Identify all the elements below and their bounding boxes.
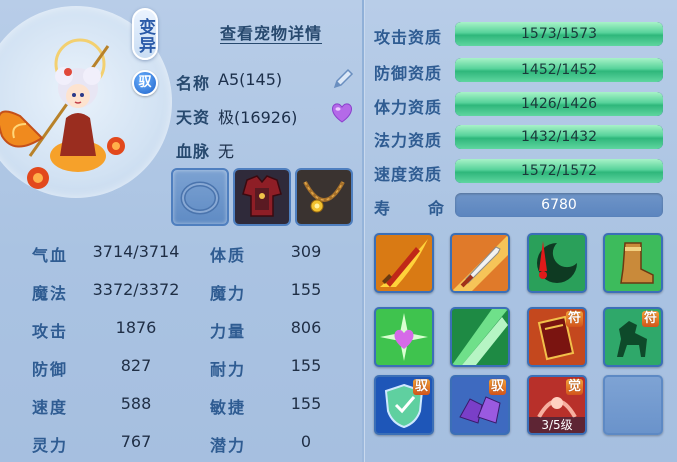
necklace-icon <box>297 170 351 224</box>
lifespan-label-1: 寿 <box>374 199 392 218</box>
aptitude-value: 1573/1573 <box>521 26 597 42</box>
aptitude-bar-speed: 1572/1572 <box>455 159 663 183</box>
skill-slot[interactable] <box>374 233 434 293</box>
aptitude-bar-stamina: 1426/1426 <box>455 92 663 116</box>
blood-moon-icon <box>529 235 585 291</box>
equip-slot-armor[interactable] <box>233 168 291 226</box>
talent-value: 极(16926) <box>218 108 298 127</box>
equip-slot-necklace[interactable] <box>295 168 353 226</box>
stat-label: 攻击 <box>32 322 69 341</box>
skill-level: 3/5级 <box>529 417 585 433</box>
skill-slot[interactable] <box>527 233 587 293</box>
stat-label: 速度 <box>32 398 69 417</box>
aptitude-label: 体力资质 <box>374 98 443 117</box>
stat-value: 155 <box>290 280 322 299</box>
aptitude-value: 1426/1426 <box>521 96 597 112</box>
skill-tag: 驭 <box>412 379 430 395</box>
skill-slot[interactable] <box>603 233 663 293</box>
lifespan-value: 6780 <box>455 193 663 217</box>
flame-sword-icon <box>376 235 432 291</box>
sword-icon <box>452 235 508 291</box>
aptitude-label: 法力资质 <box>374 131 443 150</box>
name-label: 名称 <box>176 74 211 93</box>
view-pet-detail-link[interactable]: 查看宠物详情 <box>220 20 322 44</box>
aptitude-label: 速度资质 <box>374 165 443 184</box>
pet-panel: 变异 驭 查看宠物详情 名称 A5(145) 天资 极(16926) 血脉 无 <box>0 0 677 462</box>
skill-tag: 符 <box>641 311 659 327</box>
heart-star-icon <box>376 309 432 365</box>
aptitude-bar-mana: 1432/1432 <box>455 125 663 149</box>
lifespan-label-2: 命 <box>428 199 446 218</box>
stat-value: 1876 <box>115 318 157 337</box>
stat-label: 体质 <box>210 246 247 265</box>
skill-slot[interactable]: 觉 3/5级 <box>527 375 587 435</box>
skill-tag: 觉 <box>565 379 583 395</box>
stat-label: 魔力 <box>210 284 247 303</box>
aptitude-label: 攻击资质 <box>374 28 443 47</box>
stat-label: 灵力 <box>32 436 69 455</box>
stat-value: 155 <box>290 394 322 413</box>
heart-icon[interactable] <box>330 102 354 124</box>
aptitude-value: 1572/1572 <box>521 163 597 179</box>
stat-label: 潜力 <box>210 436 247 455</box>
name-value: A5(145) <box>218 70 283 89</box>
stat-label: 耐力 <box>210 360 247 379</box>
aptitude-value: 1452/1452 <box>521 62 597 78</box>
stat-value: 767 <box>120 432 152 451</box>
stat-label: 防御 <box>32 360 69 379</box>
tame-badge: 驭 <box>132 70 158 96</box>
skill-slot[interactable]: 符 <box>603 307 663 367</box>
boot-icon <box>605 235 661 291</box>
collar-placeholder-icon <box>180 181 220 215</box>
talent-label: 天资 <box>176 108 211 127</box>
skill-slot[interactable] <box>450 307 510 367</box>
skill-slot[interactable]: 符 <box>527 307 587 367</box>
stat-value: 155 <box>290 356 322 375</box>
aptitude-value: 1432/1432 <box>521 129 597 145</box>
stat-value: 309 <box>290 242 322 261</box>
stat-label: 敏捷 <box>210 398 247 417</box>
bloodline-label: 血脉 <box>176 142 211 161</box>
stat-label: 魔法 <box>32 284 69 303</box>
skill-slot[interactable]: 驭 <box>374 375 434 435</box>
stat-label: 气血 <box>32 246 69 265</box>
skill-tag: 符 <box>565 311 583 327</box>
stat-value: 3714/3714 <box>92 242 180 261</box>
bloodline-value: 无 <box>218 142 235 161</box>
stat-value: 806 <box>290 318 322 337</box>
skill-tag: 驭 <box>488 379 506 395</box>
green-slash-icon <box>452 309 508 365</box>
equip-slot-collar[interactable] <box>171 168 229 226</box>
stat-value: 3372/3372 <box>92 280 180 299</box>
stat-value: 827 <box>120 356 152 375</box>
stat-value: 588 <box>120 394 152 413</box>
skill-slot[interactable] <box>450 233 510 293</box>
aptitude-bar-attack: 1573/1573 <box>455 22 663 46</box>
aptitude-bar-defense: 1452/1452 <box>455 58 663 82</box>
rename-icon[interactable] <box>330 66 356 92</box>
skill-slot-empty[interactable] <box>603 375 663 435</box>
armor-icon <box>235 170 289 224</box>
aptitude-label: 防御资质 <box>374 64 443 83</box>
stat-value: 0 <box>300 432 312 451</box>
stat-label: 力量 <box>210 322 247 341</box>
panel-divider <box>362 0 364 462</box>
mutation-badge: 变异 <box>132 8 158 60</box>
skill-slot[interactable] <box>374 307 434 367</box>
skill-slot[interactable]: 驭 <box>450 375 510 435</box>
